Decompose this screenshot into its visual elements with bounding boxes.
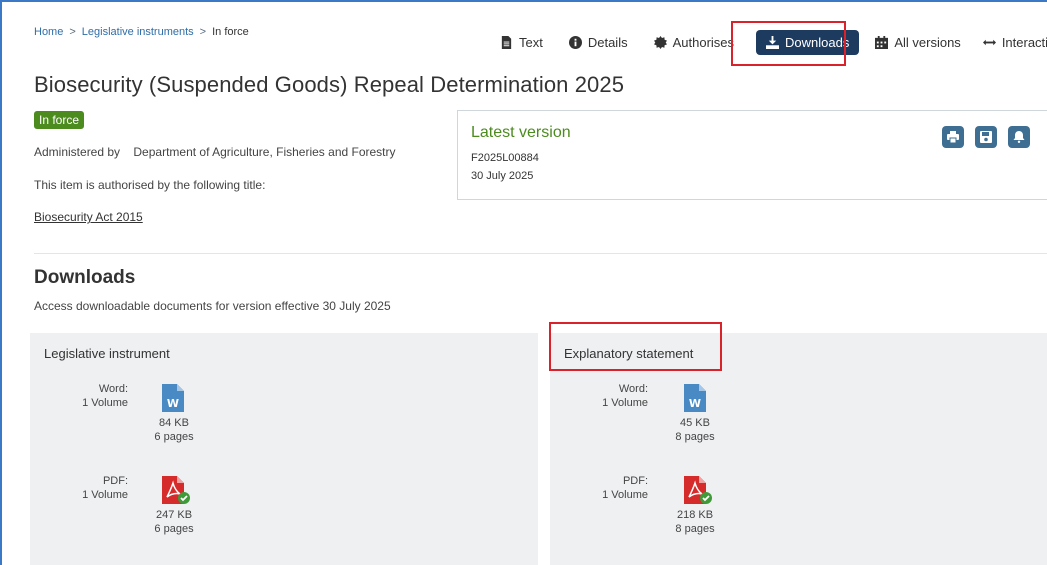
breadcrumb-separator: > bbox=[199, 26, 207, 38]
tab-details-label: Details bbox=[587, 35, 628, 50]
pdf-file-meta: 247 KB 6 pages bbox=[144, 508, 204, 536]
word-volume: 1 Volume bbox=[602, 397, 648, 409]
pdf-pages: 8 pages bbox=[675, 523, 715, 535]
bell-icon bbox=[1013, 131, 1025, 143]
save-icon bbox=[980, 131, 992, 143]
tab-interactions[interactable]: Interactions bbox=[973, 30, 1047, 55]
print-button[interactable] bbox=[942, 126, 964, 148]
downloads-highlight-box bbox=[731, 21, 846, 66]
status-badge: In force bbox=[34, 111, 85, 129]
downloads-section-subtitle: Access downloadable documents for versio… bbox=[34, 299, 391, 313]
save-button[interactable] bbox=[975, 126, 997, 148]
word-file-meta: 84 KB 6 pages bbox=[144, 416, 204, 444]
pdf-format-label: PDF: 1 Volume bbox=[578, 474, 648, 502]
latest-version-panel: Latest version F2025L00884 30 July 2025 bbox=[457, 110, 1047, 200]
breadcrumb-home[interactable]: Home bbox=[34, 26, 63, 38]
calendar-icon bbox=[875, 36, 889, 49]
word-label: Word: bbox=[98, 383, 128, 395]
tab-all-versions[interactable]: All versions bbox=[865, 30, 970, 55]
breadcrumb: Home > Legislative instruments > In forc… bbox=[34, 26, 249, 38]
pdf-pages: 6 pages bbox=[154, 523, 194, 535]
print-icon bbox=[947, 131, 959, 143]
pdf-size: 218 KB bbox=[676, 509, 714, 521]
latest-version-date: 30 July 2025 bbox=[471, 170, 534, 182]
downloads-section-title: Downloads bbox=[34, 267, 136, 288]
word-file-icon[interactable]: W bbox=[684, 384, 706, 412]
document-icon bbox=[501, 36, 512, 49]
latest-version-title: Latest version bbox=[471, 124, 571, 141]
administered-value: Department of Agriculture, Fisheries and… bbox=[133, 145, 396, 159]
latest-version-id: F2025L00884 bbox=[471, 152, 539, 164]
tab-interactions-label: Interactions bbox=[1001, 35, 1047, 50]
card-title: Legislative instrument bbox=[44, 346, 170, 361]
administered-by: Administered by Department of Agricultur… bbox=[34, 145, 396, 159]
pdf-size: 247 KB bbox=[155, 509, 193, 521]
pdf-label: PDF: bbox=[622, 475, 648, 487]
pdf-file-meta: 218 KB 8 pages bbox=[665, 508, 725, 536]
pdf-volume: 1 Volume bbox=[82, 489, 128, 501]
pdf-file-icon[interactable] bbox=[162, 476, 190, 504]
download-card-legislative-instrument: Legislative instrument Word: 1 Volume W … bbox=[30, 333, 538, 565]
tab-authorises[interactable]: Authorises bbox=[644, 30, 744, 55]
tab-text-label: Text bbox=[519, 35, 543, 50]
word-size: 84 KB bbox=[159, 417, 189, 429]
word-size: 45 KB bbox=[680, 417, 710, 429]
arrows-icon bbox=[982, 39, 996, 46]
tab-text[interactable]: Text bbox=[490, 30, 553, 55]
svg-text:W: W bbox=[167, 397, 179, 410]
word-format-label: Word: 1 Volume bbox=[578, 382, 648, 410]
pdf-volume: 1 Volume bbox=[602, 489, 648, 501]
authorised-text: This item is authorised by the following… bbox=[34, 178, 266, 192]
word-file-meta: 45 KB 8 pages bbox=[665, 416, 725, 444]
tab-details[interactable]: Details bbox=[559, 30, 638, 55]
breadcrumb-legislative-instruments[interactable]: Legislative instruments bbox=[82, 26, 194, 38]
word-pages: 6 pages bbox=[154, 431, 194, 443]
word-format-label: Word: 1 Volume bbox=[58, 382, 128, 410]
word-volume: 1 Volume bbox=[82, 397, 128, 409]
breadcrumb-current: In force bbox=[212, 26, 249, 38]
word-pages: 8 pages bbox=[675, 431, 715, 443]
page-title: Biosecurity (Suspended Goods) Repeal Det… bbox=[34, 72, 625, 97]
notify-button[interactable] bbox=[1008, 126, 1030, 148]
pdf-format-label: PDF: 1 Volume bbox=[58, 474, 128, 502]
pdf-label: PDF: bbox=[102, 475, 128, 487]
tab-authorises-label: Authorises bbox=[672, 35, 735, 50]
section-divider bbox=[34, 253, 1047, 254]
administered-label: Administered by bbox=[34, 145, 121, 159]
svg-text:W: W bbox=[689, 397, 701, 410]
word-label: Word: bbox=[618, 383, 648, 395]
tab-all-versions-label: All versions bbox=[894, 35, 961, 50]
word-file-icon[interactable]: W bbox=[162, 384, 184, 412]
breadcrumb-separator: > bbox=[69, 26, 76, 38]
authorised-link[interactable]: Biosecurity Act 2015 bbox=[34, 210, 143, 224]
seal-icon bbox=[653, 36, 667, 49]
info-icon bbox=[568, 36, 582, 49]
explanatory-highlight-box bbox=[549, 322, 722, 371]
pdf-file-icon[interactable] bbox=[684, 476, 712, 504]
